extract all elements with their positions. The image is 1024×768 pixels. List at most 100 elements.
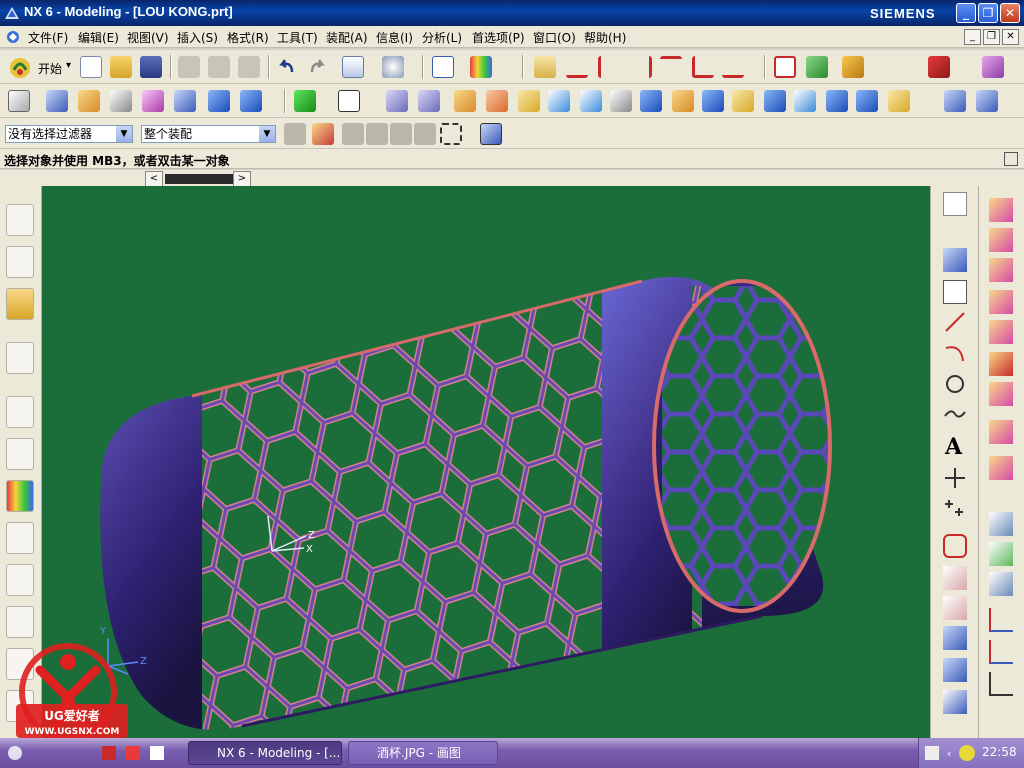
exploded-view-icon[interactable]	[989, 512, 1013, 536]
keyboard-icon[interactable]	[925, 746, 939, 760]
revolve-icon[interactable]	[78, 90, 100, 112]
through-mesh-icon[interactable]	[976, 90, 998, 112]
expand-tray-icon[interactable]: ‹	[947, 747, 951, 760]
redo-icon[interactable]	[306, 56, 328, 78]
shading-style-icon[interactable]	[470, 56, 492, 78]
create-component-icon[interactable]	[989, 258, 1013, 282]
menu-edit[interactable]: 编辑(E)	[78, 29, 119, 46]
menu-insert[interactable]: 插入(S)	[177, 29, 218, 46]
save-icon[interactable]	[140, 56, 162, 78]
cylinder-icon[interactable]	[174, 90, 196, 112]
layer-icon[interactable]	[982, 56, 1004, 78]
copy-icon[interactable]	[208, 56, 230, 78]
snap-endpoint-icon[interactable]	[342, 123, 364, 145]
split-body-icon[interactable]	[764, 90, 786, 112]
trim-body-icon[interactable]	[732, 90, 754, 112]
assembly-navigator-icon[interactable]	[6, 204, 34, 236]
hole-icon[interactable]	[142, 90, 164, 112]
scroll-thumb[interactable]	[165, 174, 233, 184]
close-button[interactable]: ✕	[1000, 3, 1020, 23]
line-icon[interactable]	[943, 310, 967, 334]
fillet-curve-icon[interactable]	[630, 56, 652, 78]
menu-tools[interactable]: 工具(T)	[277, 29, 318, 46]
curve-tool-icon[interactable]	[566, 56, 588, 78]
offset-face-icon[interactable]	[794, 90, 816, 112]
paste-icon[interactable]	[238, 56, 260, 78]
rectangle-icon[interactable]	[774, 56, 796, 78]
information-icon[interactable]	[342, 56, 364, 78]
doc-minimize-button[interactable]: _	[964, 29, 981, 45]
unite-icon[interactable]	[640, 90, 662, 112]
minimize-button[interactable]: _	[956, 3, 976, 23]
roles-icon[interactable]	[6, 564, 34, 596]
type-filter-dropdown[interactable]: 没有选择过滤器 ▼	[5, 125, 133, 143]
snap-center-icon[interactable]	[390, 123, 412, 145]
selection-scope-dropdown[interactable]: 整个装配 ▼	[141, 125, 276, 143]
undo-icon[interactable]	[276, 56, 298, 78]
section-view-icon[interactable]	[943, 248, 967, 272]
task-paint[interactable]: 酒杯.JPG - 画图	[348, 741, 498, 765]
wrap-curve-icon[interactable]	[943, 690, 967, 714]
snap-midpoint-icon[interactable]	[366, 123, 388, 145]
menu-format[interactable]: 格式(R)	[227, 29, 269, 46]
cut-icon[interactable]	[178, 56, 200, 78]
quick-launch-icon[interactable]	[8, 746, 22, 760]
palette-icon[interactable]	[6, 480, 34, 512]
component-array-icon[interactable]	[989, 456, 1013, 480]
point-icon[interactable]	[943, 466, 967, 490]
add-component-icon[interactable]	[989, 228, 1013, 252]
delete-component-icon[interactable]	[989, 382, 1013, 406]
shell-icon[interactable]	[486, 90, 508, 112]
sweep-icon[interactable]	[110, 90, 132, 112]
constraint-navigator-icon[interactable]	[6, 246, 34, 278]
start-dropdown-arrow[interactable]: ▾	[66, 60, 71, 71]
intersect-icon[interactable]	[702, 90, 724, 112]
menu-assembly[interactable]: 装配(A)	[326, 29, 368, 46]
offset-curve-icon[interactable]	[660, 56, 682, 78]
point-set-icon[interactable]	[943, 496, 967, 520]
part-model-canvas[interactable]: X Z Y Z	[42, 186, 930, 738]
reuse-library-icon[interactable]	[6, 342, 34, 374]
sketch-profile-icon[interactable]	[943, 534, 967, 558]
quick-launch-icon[interactable]	[150, 746, 164, 760]
chevron-down-icon[interactable]: ▼	[259, 126, 275, 142]
replace-face-icon[interactable]	[888, 90, 910, 112]
process-studio-icon[interactable]	[6, 522, 34, 554]
binoculars-icon[interactable]	[382, 56, 404, 78]
extrude-icon[interactable]	[46, 90, 68, 112]
document-menu-icon[interactable]	[6, 30, 20, 44]
view-orient-icon[interactable]	[943, 280, 967, 304]
extend-curve-icon[interactable]	[692, 56, 714, 78]
network-icon[interactable]	[959, 745, 975, 761]
circle-icon[interactable]	[943, 372, 967, 396]
open-folder-icon[interactable]	[110, 56, 132, 78]
studio-spline-icon[interactable]	[943, 402, 967, 426]
scroll-right-button[interactable]: >	[233, 171, 251, 187]
menu-window[interactable]: 窗口(O)	[533, 29, 576, 46]
graphics-viewport[interactable]: X Z Y Z	[42, 186, 930, 738]
section-curve-icon[interactable]	[943, 626, 967, 650]
task-nx-modeling[interactable]: NX 6 - Modeling - [...	[188, 741, 342, 765]
document-tools-icon[interactable]	[943, 192, 967, 216]
orient-wcs-icon[interactable]	[989, 672, 1013, 696]
datum-csys-icon[interactable]	[338, 90, 360, 112]
text-annotation-icon[interactable]: A	[945, 434, 962, 460]
quick-launch-icon[interactable]	[102, 746, 116, 760]
emboss-icon[interactable]	[856, 90, 878, 112]
mirror-feature-icon[interactable]	[580, 90, 602, 112]
subtract-icon[interactable]	[672, 90, 694, 112]
thread-icon[interactable]	[610, 90, 632, 112]
chamfer-icon[interactable]	[454, 90, 476, 112]
history-icon[interactable]	[6, 396, 34, 428]
sketch-icon[interactable]	[534, 56, 556, 78]
system-scenes-icon[interactable]	[6, 606, 34, 638]
menu-file[interactable]: 文件(F)	[28, 29, 68, 46]
maximize-button[interactable]: ❐	[978, 3, 998, 23]
select-body-icon[interactable]	[480, 123, 502, 145]
start-icon[interactable]	[8, 56, 32, 80]
block-icon[interactable]	[208, 90, 230, 112]
doc-close-button[interactable]: ✕	[1002, 29, 1019, 45]
through-curves-icon[interactable]	[944, 90, 966, 112]
project-curve-icon[interactable]	[943, 566, 967, 590]
intersection-curve-icon[interactable]	[943, 596, 967, 620]
